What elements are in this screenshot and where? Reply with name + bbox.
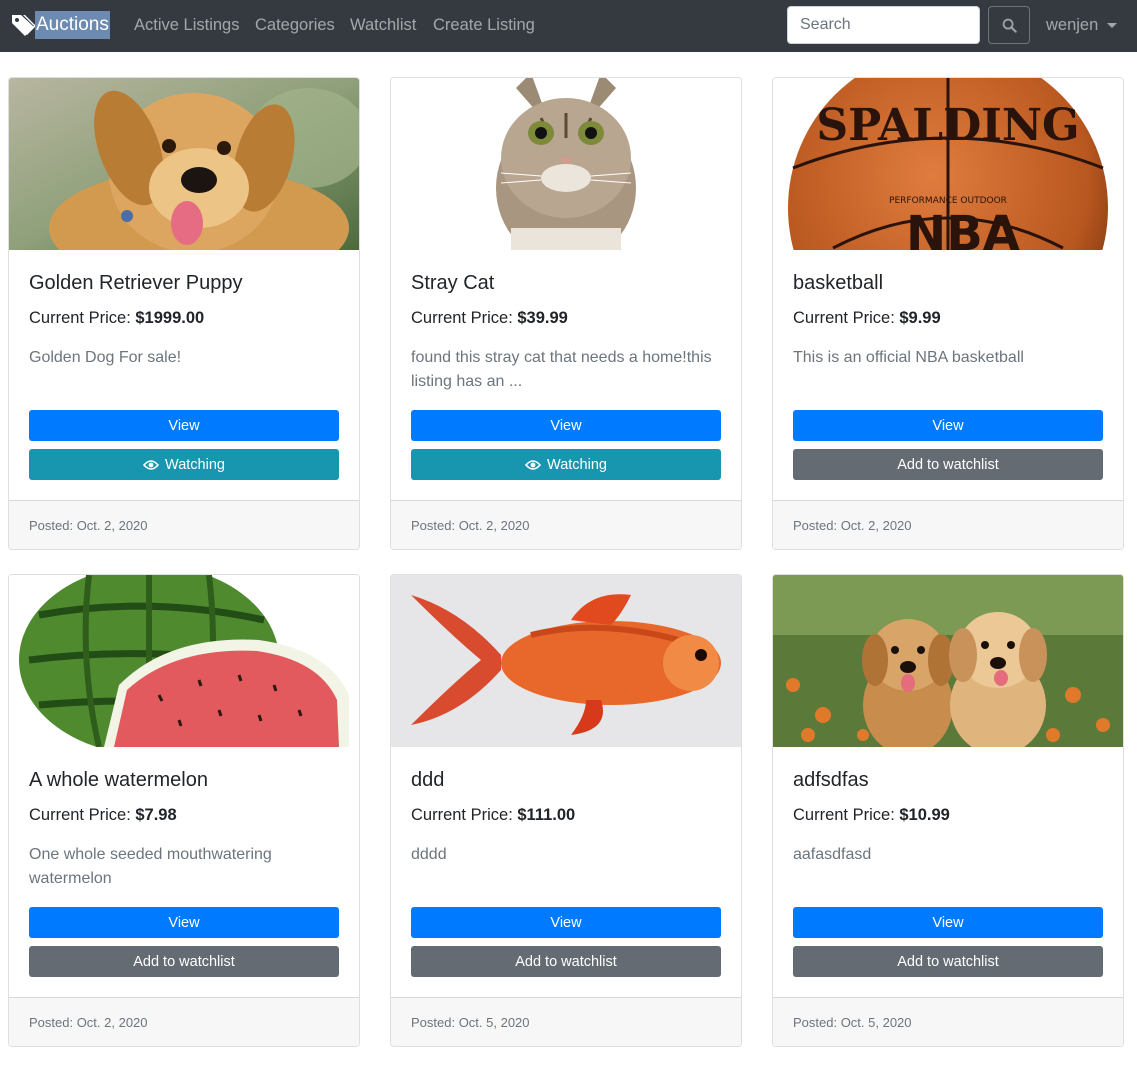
current-price: Current Price: $39.99: [411, 308, 568, 328]
price-value: $10.99: [899, 806, 950, 824]
puppy-photo: [9, 78, 359, 250]
listing-card: Golden Retriever Puppy Current Price: $1…: [8, 77, 360, 550]
nav-watchlist[interactable]: Watchlist: [350, 15, 416, 35]
card-footer: Posted: Oct. 5, 2020: [773, 997, 1123, 1046]
nav-categories[interactable]: Categories: [255, 15, 335, 35]
price-label: Current Price:: [29, 309, 131, 327]
nav-active-listings[interactable]: Active Listings: [134, 15, 239, 35]
view-button[interactable]: View: [793, 410, 1103, 441]
listing-card: Stray Cat Current Price: $39.99 found th…: [390, 77, 742, 550]
posted-date: Posted: Oct. 2, 2020: [411, 518, 530, 533]
basketball-photo: SPALDING PERFORMANCE OUTDOOR NBA: [773, 78, 1123, 250]
listing-description: dddd: [411, 846, 447, 863]
search-button[interactable]: [988, 6, 1030, 44]
price-label: Current Price:: [29, 806, 131, 824]
watching-button[interactable]: Watching: [411, 449, 721, 480]
price-value: $39.99: [517, 309, 568, 327]
listing-title[interactable]: A whole watermelon: [29, 768, 208, 792]
listing-title[interactable]: adfsdfas: [793, 768, 869, 792]
price-label: Current Price:: [793, 309, 895, 327]
listing-image[interactable]: [391, 78, 741, 250]
price-value: $9.99: [899, 309, 941, 327]
search-input[interactable]: [787, 6, 980, 44]
listing-title[interactable]: basketball: [793, 271, 883, 295]
listing-image[interactable]: [773, 575, 1123, 747]
ball-league-text: NBA: [906, 206, 1020, 250]
current-price: Current Price: $7.98: [29, 805, 177, 825]
listing-description: One whole seeded mouthwatering watermelo…: [29, 846, 272, 887]
listing-card: adfsdfas Current Price: $10.99 aafasdfas…: [772, 574, 1124, 1047]
watermelon-photo: [9, 575, 359, 747]
ball-brand-text: SPALDING: [816, 100, 1079, 151]
eye-icon: [525, 459, 542, 470]
current-price: Current Price: $1999.00: [29, 308, 204, 328]
card-footer: Posted: Oct. 5, 2020: [391, 997, 741, 1046]
card-footer: Posted: Oct. 2, 2020: [9, 500, 359, 549]
card-footer: Posted: Oct. 2, 2020: [391, 500, 741, 549]
listing-description: aafasdfasd: [793, 846, 872, 863]
caret-down-icon: [1107, 22, 1118, 28]
current-price: Current Price: $10.99: [793, 805, 950, 825]
posted-date: Posted: Oct. 2, 2020: [29, 1015, 148, 1030]
tags-icon: [12, 15, 36, 36]
username: wenjen: [1046, 16, 1099, 34]
listing-description: Golden Dog For sale!: [29, 349, 182, 366]
eye-icon: [143, 459, 160, 470]
listing-image[interactable]: [9, 78, 359, 250]
view-button[interactable]: View: [411, 907, 721, 938]
listing-card: SPALDING PERFORMANCE OUTDOOR NBA basketb…: [772, 77, 1124, 550]
listing-description: found this stray cat that needs a home!t…: [411, 349, 712, 390]
navbar: Auctions Active Listings Categories Watc…: [0, 0, 1137, 52]
watching-button[interactable]: Watching: [29, 449, 339, 480]
puppies-photo: [773, 575, 1123, 747]
add-to-watchlist-button[interactable]: Add to watchlist: [29, 946, 339, 977]
price-value: $111.00: [517, 806, 576, 824]
add-to-watchlist-button[interactable]: Add to watchlist: [411, 946, 721, 977]
view-button[interactable]: View: [411, 410, 721, 441]
listing-title[interactable]: Golden Retriever Puppy: [29, 271, 242, 295]
price-label: Current Price:: [793, 806, 895, 824]
listing-title[interactable]: ddd: [411, 768, 444, 792]
current-price: Current Price: $9.99: [793, 308, 941, 328]
brand-label[interactable]: Auctions: [35, 11, 110, 39]
listing-description: This is an official NBA basketball: [793, 349, 1024, 366]
goldfish-photo: [391, 575, 741, 747]
price-value: $7.98: [135, 806, 177, 824]
card-footer: Posted: Oct. 2, 2020: [9, 997, 359, 1046]
posted-date: Posted: Oct. 5, 2020: [793, 1015, 912, 1030]
posted-date: Posted: Oct. 5, 2020: [411, 1015, 530, 1030]
cat-photo: [391, 78, 741, 250]
card-footer: Posted: Oct. 2, 2020: [773, 500, 1123, 549]
user-dropdown[interactable]: wenjen: [1046, 15, 1118, 35]
listing-title[interactable]: Stray Cat: [411, 271, 494, 295]
posted-date: Posted: Oct. 2, 2020: [29, 518, 148, 533]
listing-image[interactable]: [9, 575, 359, 747]
nav-create-listing[interactable]: Create Listing: [433, 15, 535, 35]
watch-label: Watching: [547, 456, 607, 473]
price-label: Current Price:: [411, 806, 513, 824]
search-icon: [1002, 18, 1017, 33]
listing-card: ddd Current Price: $111.00 dddd View Add…: [390, 574, 742, 1047]
add-to-watchlist-button[interactable]: Add to watchlist: [793, 946, 1103, 977]
posted-date: Posted: Oct. 2, 2020: [793, 518, 912, 533]
add-to-watchlist-button[interactable]: Add to watchlist: [793, 449, 1103, 480]
listing-image[interactable]: SPALDING PERFORMANCE OUTDOOR NBA: [773, 78, 1123, 250]
listing-image[interactable]: [391, 575, 741, 747]
brand[interactable]: Auctions: [10, 10, 110, 40]
ball-caption-text: PERFORMANCE OUTDOOR: [889, 196, 1007, 206]
current-price: Current Price: $111.00: [411, 805, 575, 825]
listing-card: A whole watermelon Current Price: $7.98 …: [8, 574, 360, 1047]
view-button[interactable]: View: [29, 907, 339, 938]
price-label: Current Price:: [411, 309, 513, 327]
watch-label: Watching: [165, 456, 225, 473]
price-value: $1999.00: [135, 309, 205, 327]
view-button[interactable]: View: [29, 410, 339, 441]
view-button[interactable]: View: [793, 907, 1103, 938]
